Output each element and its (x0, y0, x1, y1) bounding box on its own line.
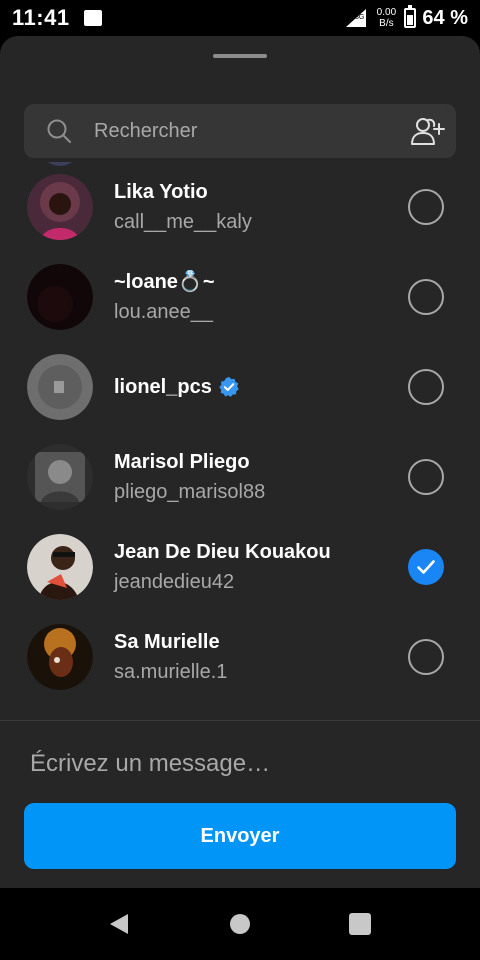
divider (0, 720, 480, 721)
checkmark-icon (417, 560, 435, 574)
avatar (27, 444, 93, 510)
share-screen: 11:41 3G 0.00 B/s 64 % Rechercher Lika Y… (0, 0, 480, 960)
home-icon[interactable] (230, 914, 250, 934)
select-radio[interactable] (408, 639, 444, 675)
add-people-icon[interactable] (410, 116, 446, 146)
select-radio[interactable] (408, 189, 444, 225)
navigation-bar (0, 888, 480, 960)
avatar (27, 174, 93, 240)
battery-fill (407, 14, 414, 25)
list-item[interactable]: Sa Murielle sa.murielle.1 (0, 612, 480, 702)
contact-username: lou.anee__ (114, 301, 213, 323)
contact-info: Jean De Dieu Kouakou jeandedieu42 (114, 540, 331, 594)
contact-info: lionel_pcs (114, 375, 240, 399)
status-bar: 11:41 3G 0.00 B/s 64 % (0, 0, 480, 36)
contact-info: Sa Murielle sa.murielle.1 (114, 630, 227, 684)
status-right: 3G 0.00 B/s 64 % (346, 5, 468, 30)
contact-info: Lika Yotio call__me__kaly (114, 180, 252, 234)
select-radio-checked[interactable] (408, 549, 444, 585)
avatar (27, 624, 93, 690)
select-radio[interactable] (408, 279, 444, 315)
search-icon (47, 119, 71, 143)
avatar (27, 264, 93, 330)
send-button[interactable]: Envoyer (24, 803, 456, 869)
list-item[interactable]: Jean De Dieu Kouakou jeandedieu42 (0, 522, 480, 612)
drag-handle[interactable] (213, 54, 267, 58)
contact-username: jeandedieu42 (114, 571, 235, 593)
avatar (27, 354, 93, 420)
recipient-list[interactable]: Lika Yotio call__me__kaly ~loane💍~ lou.a… (0, 162, 480, 720)
net-speed-unit: B/s (379, 18, 394, 29)
list-item[interactable]: ~loane💍~ lou.anee__ (0, 252, 480, 342)
contact-name: Lika Yotio (114, 181, 208, 203)
avatar (27, 534, 93, 600)
battery-icon (404, 5, 417, 28)
contact-name: ~loane💍~ (114, 271, 215, 293)
contact-name: Sa Murielle (114, 631, 220, 653)
signal-icon: 3G (346, 9, 367, 27)
back-icon[interactable] (108, 912, 130, 936)
verified-badge-icon (219, 376, 239, 397)
list-item[interactable]: lionel_pcs (0, 342, 480, 432)
net-speed-value: 0.00 (376, 7, 397, 18)
contact-username: sa.murielle.1 (114, 661, 228, 683)
search-input[interactable] (94, 119, 410, 143)
contact-name: lionel_pcs (114, 375, 240, 399)
network-type-label: 3G (355, 14, 364, 21)
contact-info: Marisol Pliego pliego_marisol88 (114, 450, 265, 504)
select-radio[interactable] (408, 459, 444, 495)
contact-username: pliego_marisol88 (114, 481, 266, 503)
battery-percent: 64 % (422, 6, 468, 29)
contact-username: call__me__kaly (114, 211, 252, 233)
contact-name: Jean De Dieu Kouakou (114, 541, 331, 563)
gallery-icon (83, 10, 102, 26)
message-input[interactable] (30, 742, 450, 786)
status-time: 11:41 (12, 5, 70, 30)
share-sheet: Lika Yotio call__me__kaly ~loane💍~ lou.a… (0, 36, 480, 888)
net-speed: 0.00 B/s (374, 7, 398, 29)
list-item[interactable]: Lika Yotio call__me__kaly (0, 162, 480, 252)
select-radio[interactable] (408, 369, 444, 405)
list-item[interactable]: Marisol Pliego pliego_marisol88 (0, 432, 480, 522)
contact-name: Marisol Pliego (114, 451, 250, 473)
search-box[interactable] (24, 104, 456, 158)
recent-apps-icon[interactable] (349, 913, 371, 935)
contact-info: ~loane💍~ lou.anee__ (114, 270, 215, 324)
